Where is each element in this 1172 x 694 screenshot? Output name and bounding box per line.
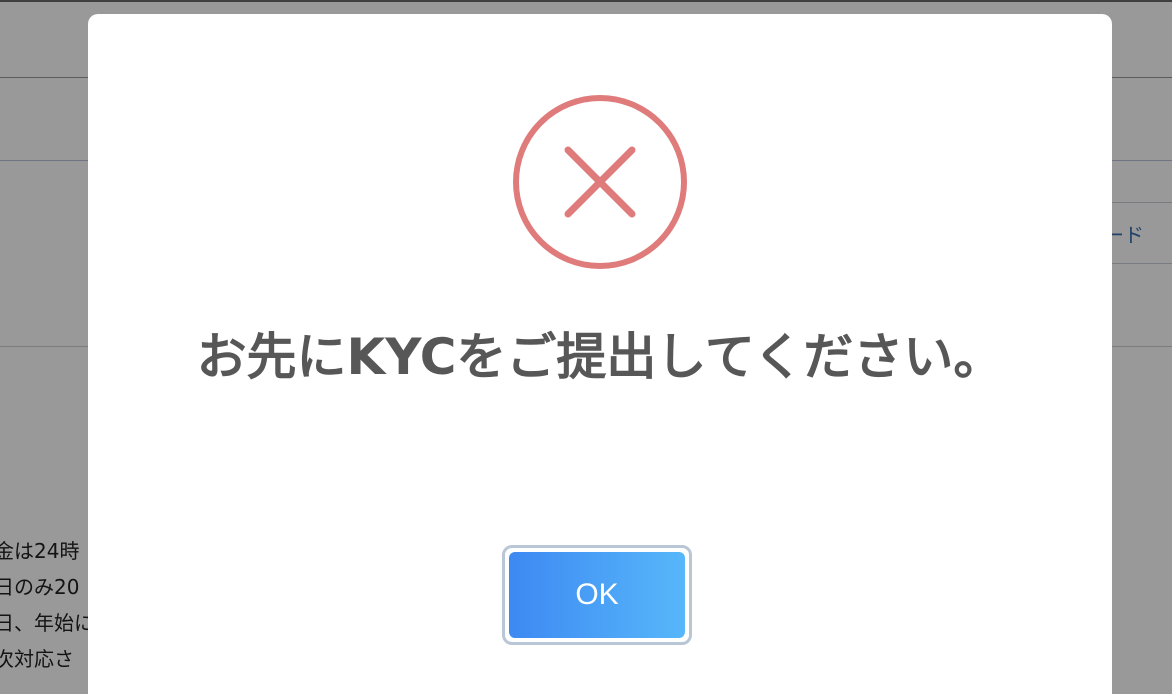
error-x-circle-icon: [513, 95, 687, 269]
dialog-message: お先にKYCをご提出してください。: [196, 328, 1004, 386]
ok-button-label: OK: [509, 552, 685, 638]
ok-button[interactable]: OK: [502, 545, 692, 645]
error-dialog: お先にKYCをご提出してください。 OK: [88, 14, 1112, 694]
page: ード 金は24時 日のみ20 日、年始に 次対応さ お先にKYCをご提出してくだ…: [0, 0, 1172, 694]
